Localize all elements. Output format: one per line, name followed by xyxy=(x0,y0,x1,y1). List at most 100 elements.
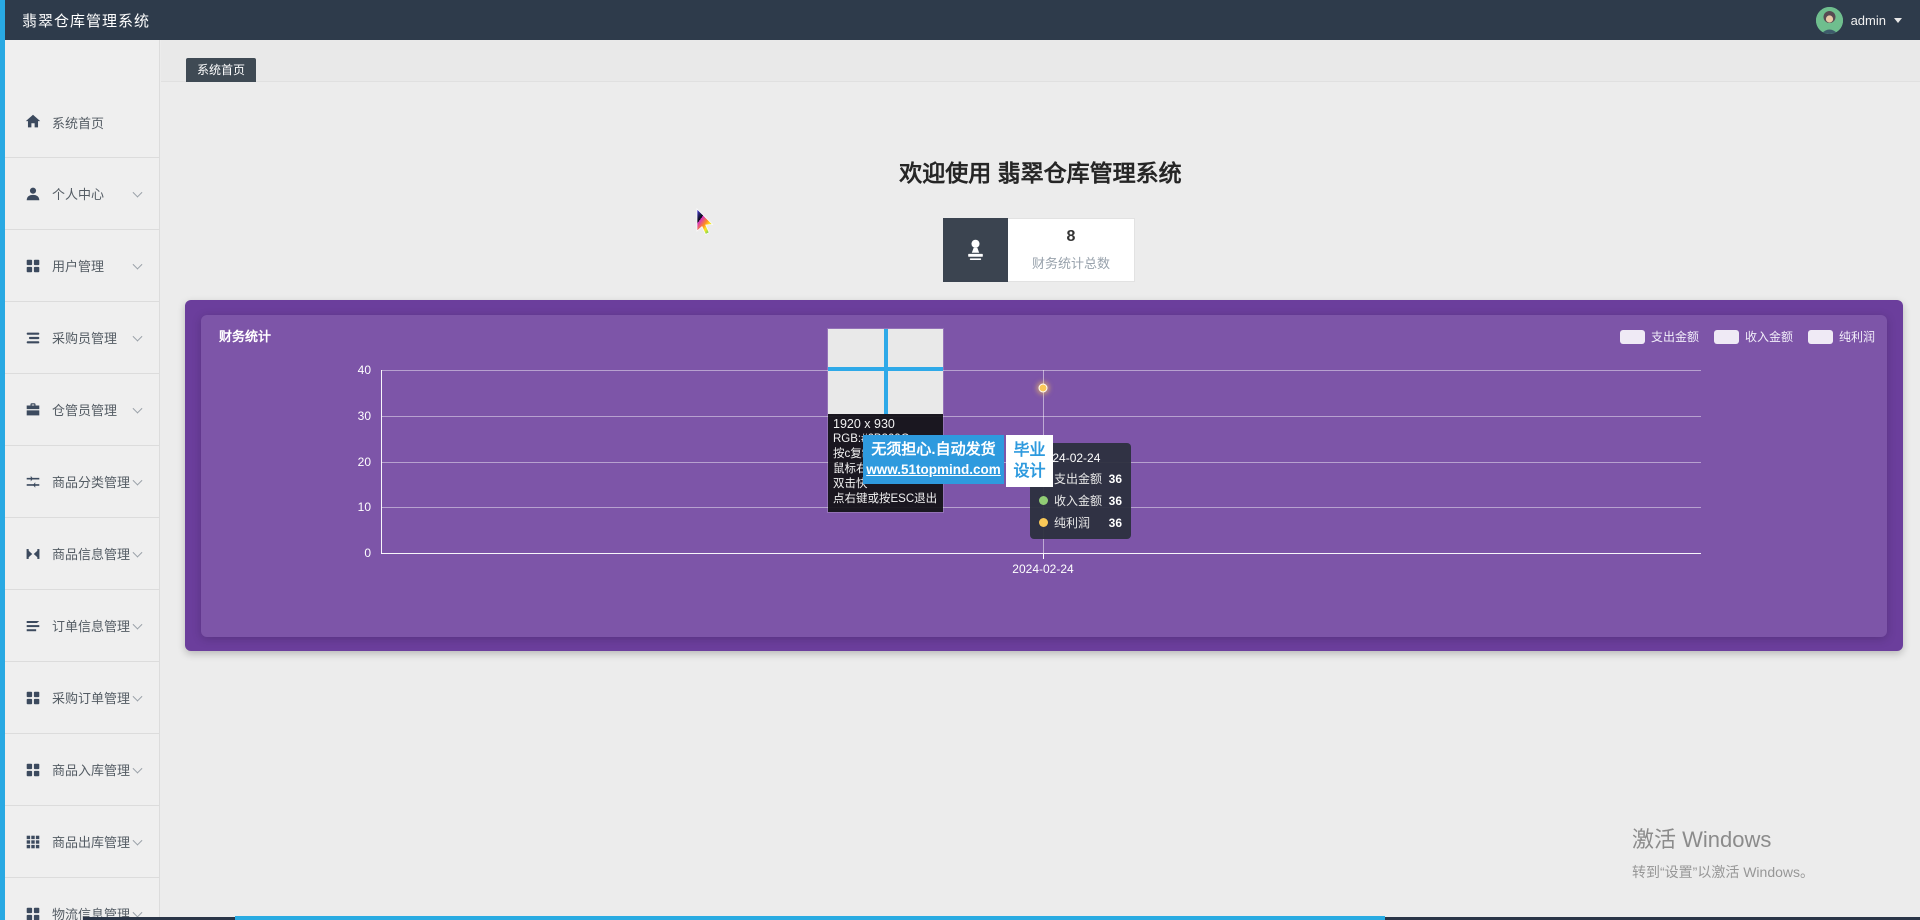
series-color-dot xyxy=(1039,518,1048,527)
avatar[interactable] xyxy=(1816,7,1843,34)
y-axis-tick-label: 40 xyxy=(331,363,371,377)
user-menu[interactable]: admin xyxy=(1816,0,1902,40)
windows-activation-title: 激活 Windows xyxy=(1632,822,1814,854)
chevron-down-icon xyxy=(133,907,143,917)
navbar: 翡翠仓库管理系统 admin xyxy=(0,0,1920,40)
sidebar-item-6[interactable]: 商品分类管理 xyxy=(0,446,159,518)
y-axis-tick-label: 0 xyxy=(331,546,371,560)
chevron-down-icon xyxy=(133,403,143,413)
grid-icon xyxy=(24,689,42,707)
tabbar: 系统首页 xyxy=(161,40,1920,82)
chevron-down-icon xyxy=(133,331,143,341)
sidebar-item-12[interactable]: 物流信息管理 xyxy=(0,878,159,920)
stat-card-body: 8 财务统计总数 xyxy=(1008,218,1135,282)
grid9-icon xyxy=(24,833,42,851)
sidebar-item-4[interactable]: 采购员管理 xyxy=(0,302,159,374)
tooltip-row: 收入金额 36 xyxy=(1039,492,1122,509)
grid-icon xyxy=(24,257,42,275)
magnifier-hint-line: 点右键或按ESC退出 xyxy=(833,492,938,507)
sidebar-item-label: 商品信息管理 xyxy=(52,544,130,563)
y-axis-tick-label: 10 xyxy=(331,500,371,514)
y-axis-tick-label: 30 xyxy=(331,409,371,423)
data-point[interactable] xyxy=(1039,384,1048,393)
sidebar-item-3[interactable]: 用户管理 xyxy=(0,230,159,302)
tooltip-series-label: 收入金额 xyxy=(1054,492,1102,509)
chevron-down-icon xyxy=(133,475,143,485)
windows-activation-subtitle: 转到“设置”以激活 Windows。 xyxy=(1632,862,1814,882)
capture-left-border xyxy=(0,0,5,920)
tab-system-home[interactable]: 系统首页 xyxy=(186,58,256,82)
tooltip-series-label: 纯利润 xyxy=(1054,514,1090,531)
series-color-dot xyxy=(1039,496,1048,505)
sidebar-item-label: 采购员管理 xyxy=(52,328,117,347)
sidebar-item-7[interactable]: 商品信息管理 xyxy=(0,518,159,590)
gridline-y-30 xyxy=(381,416,1701,417)
seller-watermark: 无须担心.自动发货 www.51topmind.com 毕业 设计 xyxy=(863,435,1053,487)
y-axis-line xyxy=(381,370,382,554)
tooltip-series-value: 36 xyxy=(1109,516,1122,530)
sidebar-item-5[interactable]: 仓管员管理 xyxy=(0,374,159,446)
stat-value: 8 xyxy=(1067,228,1076,246)
sidebar-item-label: 商品分类管理 xyxy=(52,472,130,491)
gridline-y-40 xyxy=(381,370,1701,371)
chevron-down-icon xyxy=(133,763,143,773)
chevron-down-icon xyxy=(133,691,143,701)
film-icon xyxy=(24,545,42,563)
user-icon xyxy=(24,185,42,203)
watermark-line1: 无须担心.自动发货 xyxy=(863,439,1004,460)
watermark-badge-line2: 设计 xyxy=(1006,461,1053,482)
sidebar-item-label: 商品入库管理 xyxy=(52,760,130,779)
sidebar-item-label: 订单信息管理 xyxy=(52,616,130,635)
sidebar-item-1[interactable]: 系统首页 xyxy=(0,86,159,158)
lines-icon xyxy=(24,617,42,635)
capture-size-text: 1920 x 930 xyxy=(833,417,938,432)
username: admin xyxy=(1851,13,1886,28)
tooltip-series-label: 支出金额 xyxy=(1054,470,1102,487)
watermark-banner: 无须担心.自动发货 www.51topmind.com xyxy=(863,435,1004,484)
watermark-link[interactable]: www.51topmind.com xyxy=(863,460,1004,479)
capture-bottom-border xyxy=(235,916,1385,920)
watermark-badge-line1: 毕业 xyxy=(1006,440,1053,461)
x-axis-tick xyxy=(1043,554,1044,559)
sidebar-item-label: 采购订单管理 xyxy=(52,688,130,707)
chevron-down-icon xyxy=(133,835,143,845)
sliders-icon xyxy=(24,473,42,491)
grid-icon xyxy=(24,761,42,779)
avatar-image xyxy=(1816,7,1843,34)
chevron-down-icon xyxy=(133,619,143,629)
magnifier-view xyxy=(828,329,943,414)
gridline-y-0 xyxy=(381,553,1701,554)
tooltip-row: 纯利润 36 xyxy=(1039,514,1122,531)
sidebar-item-label: 系统首页 xyxy=(52,113,104,132)
sidebar-item-label: 用户管理 xyxy=(52,256,104,275)
app-title: 翡翠仓库管理系统 xyxy=(22,10,150,31)
y-axis-tick-label: 20 xyxy=(331,455,371,469)
windows-activation-watermark: 激活 Windows 转到“设置”以激活 Windows。 xyxy=(1632,822,1814,882)
sidebar: 系统首页个人中心用户管理采购员管理仓管员管理商品分类管理商品信息管理订单信息管理… xyxy=(0,40,160,920)
grid-icon xyxy=(24,905,42,920)
chevron-down-icon xyxy=(133,259,143,269)
stamp-icon xyxy=(943,218,1008,282)
sidebar-item-label: 商品出库管理 xyxy=(52,832,130,851)
tooltip-series-value: 36 xyxy=(1109,472,1122,486)
home-icon xyxy=(24,113,42,131)
sidebar-item-2[interactable]: 个人中心 xyxy=(0,158,159,230)
briefcase-icon xyxy=(24,401,42,419)
watermark-badge: 毕业 设计 xyxy=(1006,435,1053,487)
welcome-title: 欢迎使用 翡翠仓库管理系统 xyxy=(161,154,1920,188)
sidebar-item-9[interactable]: 采购订单管理 xyxy=(0,662,159,734)
sidebar-item-11[interactable]: 商品出库管理 xyxy=(0,806,159,878)
sidebar-item-label: 个人中心 xyxy=(52,184,104,203)
crosshair-vertical xyxy=(884,329,888,414)
chevron-down-icon xyxy=(133,187,143,197)
sidebar-item-8[interactable]: 订单信息管理 xyxy=(0,590,159,662)
x-axis-tick-label: 2024-02-24 xyxy=(983,562,1103,576)
sidebar-item-label: 仓管员管理 xyxy=(52,400,117,419)
list-icon xyxy=(24,329,42,347)
chevron-down-icon xyxy=(133,547,143,557)
stat-card-finance[interactable]: 8 财务统计总数 xyxy=(943,218,1135,282)
sidebar-item-10[interactable]: 商品入库管理 xyxy=(0,734,159,806)
tooltip-series-value: 36 xyxy=(1109,494,1122,508)
chevron-down-icon xyxy=(1894,18,1902,23)
app-root: 翡翠仓库管理系统 admin 系统首页个人中心用户管理采购员管理仓管员管理商品分… xyxy=(0,0,1920,920)
